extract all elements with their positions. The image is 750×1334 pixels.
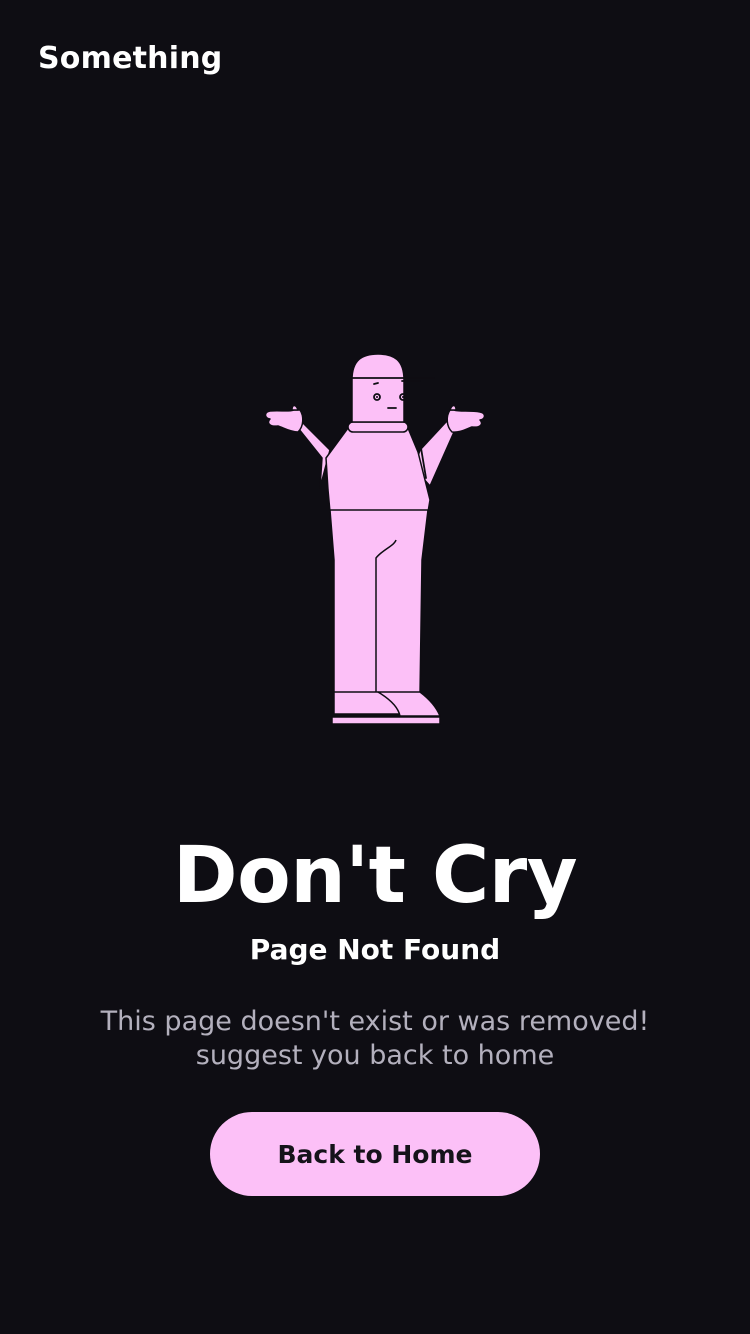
error-title: Don't Cry bbox=[172, 831, 578, 921]
shrugging-person-illustration bbox=[250, 340, 500, 740]
error-subtitle: Page Not Found bbox=[249, 933, 501, 966]
error-message-line-1: This page doesn't exist or was removed! bbox=[100, 1006, 650, 1037]
shrugging-person-icon bbox=[264, 353, 486, 725]
brand-logo[interactable]: Something bbox=[38, 40, 222, 78]
error-message: This page doesn't exist or was removed! … bbox=[60, 1005, 690, 1073]
error-message-line-2: suggest you back to home bbox=[195, 1040, 555, 1071]
back-to-home-button[interactable]: Back to Home bbox=[210, 1112, 540, 1196]
